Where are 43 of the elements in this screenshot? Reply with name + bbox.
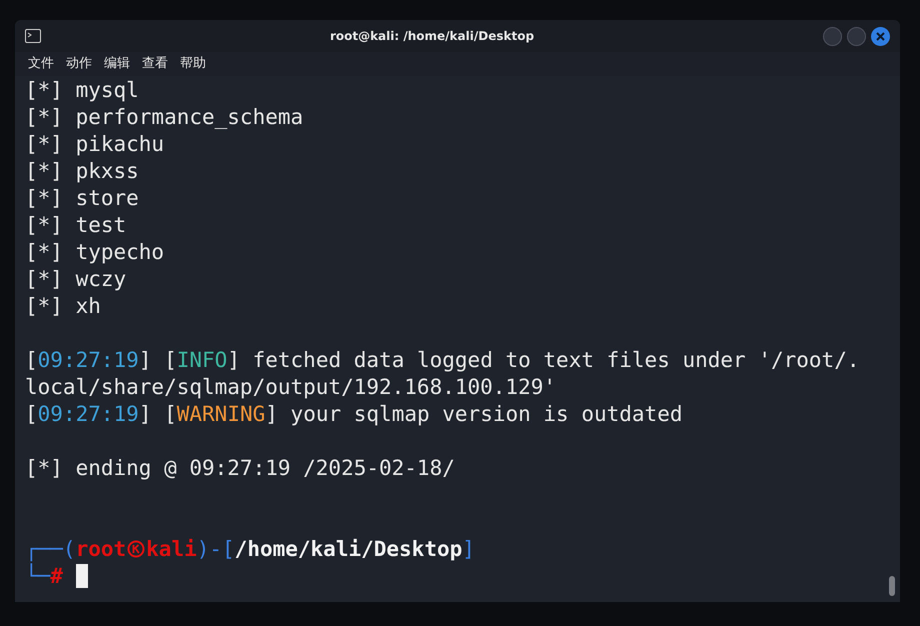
terminal-text: [	[25, 348, 38, 372]
terminal-text: [*] xh	[25, 294, 101, 318]
prompt-frame: ┌──(	[25, 537, 76, 561]
terminal-text: [*] store	[25, 186, 139, 210]
terminal-text: ] [	[138, 348, 177, 372]
close-button[interactable]	[871, 26, 890, 46]
window-title: root@kali: /home/kali/Desktop	[330, 28, 534, 45]
menu-item[interactable]: 查看	[142, 54, 168, 74]
terminal-text: ] fetched data logged to text files under '/root/.	[227, 348, 860, 372]
terminal-text: [*] typecho	[25, 240, 164, 264]
terminal-text: [*] wczy	[25, 267, 126, 291]
timestamp: 09:27:19	[38, 402, 139, 426]
terminal-icon	[25, 29, 41, 43]
menu-item[interactable]: 文件	[28, 54, 54, 74]
scrollbar-thumb[interactable]	[889, 576, 895, 596]
menu-item[interactable]: 动作	[66, 54, 92, 74]
text-cursor	[76, 564, 88, 588]
prompt-user: root	[76, 537, 126, 561]
close-icon	[876, 32, 885, 40]
terminal-text: [*] test	[25, 213, 126, 237]
terminal-text: local/share/sqlmap/output/192.168.100.129'	[25, 375, 556, 399]
terminal-text: ] [	[138, 402, 177, 426]
prompt-frame: )-[	[196, 537, 235, 561]
menu-item[interactable]: 帮助	[180, 54, 206, 74]
prompt-user: kali	[146, 537, 197, 561]
terminal-text: [*] pkxss	[25, 159, 139, 183]
minimize-button[interactable]	[823, 26, 842, 46]
terminal-text: [*] ending @ 09:27:19 /2025-02-18/	[25, 456, 455, 480]
terminal-text: ] your sqlmap version is outdated	[265, 402, 682, 426]
prompt-frame: └─	[25, 564, 50, 588]
terminal-text: [	[25, 402, 38, 426]
log-level: INFO	[176, 348, 228, 372]
circled-k-icon	[127, 540, 146, 558]
prompt-frame: ]	[462, 537, 475, 561]
menu-item[interactable]: 编辑	[104, 54, 130, 74]
maximize-button[interactable]	[847, 26, 866, 46]
timestamp: 09:27:19	[38, 348, 139, 372]
terminal-text: [*] performance_schema	[25, 105, 304, 129]
log-level: WARNING	[176, 402, 266, 426]
prompt-path: /home/kali/Desktop	[234, 537, 462, 561]
terminal-text: [*] pikachu	[25, 132, 164, 156]
prompt-user: #	[50, 564, 63, 588]
terminal-text: [*] mysql	[25, 78, 139, 102]
